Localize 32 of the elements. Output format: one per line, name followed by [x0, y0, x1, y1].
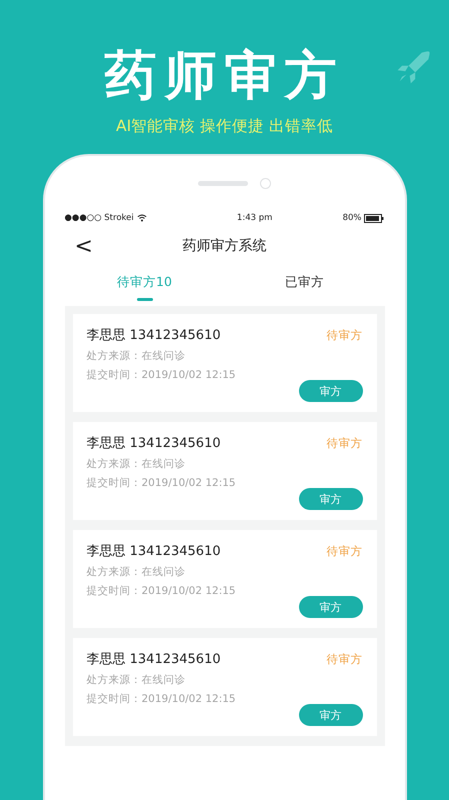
source-text: 处方来源：在线问诊 — [86, 673, 186, 687]
prescription-card[interactable]: 李思思 13412345610 待审方 处方来源：在线问诊 提交时间：2019/10/02 12:15 审方 — [72, 638, 376, 736]
tagline: AI智能审核 操作便捷 出错率低 — [116, 116, 334, 136]
speaker-icon — [198, 180, 248, 186]
back-button[interactable]: < — [70, 234, 97, 258]
submit-time: 提交时间：2019/10/02 12:15 — [86, 368, 237, 382]
patient-name: 李思思 13412345610 — [86, 651, 221, 668]
status-time: 1:43 pm — [236, 213, 272, 223]
submit-time: 提交时间：2019/10/02 12:15 — [86, 692, 237, 706]
tab[interactable]: 已审方 — [224, 266, 384, 306]
submit-time: 提交时间：2019/10/02 12:15 — [86, 584, 237, 598]
headline: 药师审方 — [104, 45, 344, 108]
status-label: 待审方 — [326, 436, 362, 450]
wifi-icon — [136, 214, 147, 222]
patient-name: 李思思 13412345610 — [86, 327, 221, 344]
patient-name: 李思思 13412345610 — [86, 435, 221, 452]
status-label: 待审方 — [326, 544, 362, 558]
source-text: 处方来源：在线问诊 — [86, 349, 186, 363]
battery-icon — [364, 214, 384, 222]
source-text: 处方来源：在线问诊 — [86, 457, 186, 471]
battery-percent: 80% — [342, 213, 362, 223]
screen-title: 药师审方系统 — [182, 237, 266, 255]
status-label: 待审方 — [326, 328, 362, 342]
submit-time: 提交时间：2019/10/02 12:15 — [86, 476, 237, 490]
patient-name: 李思思 13412345610 — [86, 543, 221, 560]
carrier-text: ●●●○○ Strokei — [64, 213, 134, 223]
prescription-card[interactable]: 李思思 13412345610 待审方 处方来源：在线问诊 提交时间：2019/10/02 12:15 审方 — [72, 530, 376, 628]
prescription-card[interactable]: 李思思 13412345610 待审方 处方来源：在线问诊 提交时间：2019/10/02 12:15 审方 — [72, 314, 376, 412]
status-label: 待审方 — [326, 652, 362, 666]
source-text: 处方来源：在线问诊 — [86, 565, 186, 579]
prescription-card[interactable]: 李思思 13412345610 待审方 处方来源：在线问诊 提交时间：2019/10/02 12:15 审方 — [72, 422, 376, 520]
camera-icon — [260, 178, 271, 188]
